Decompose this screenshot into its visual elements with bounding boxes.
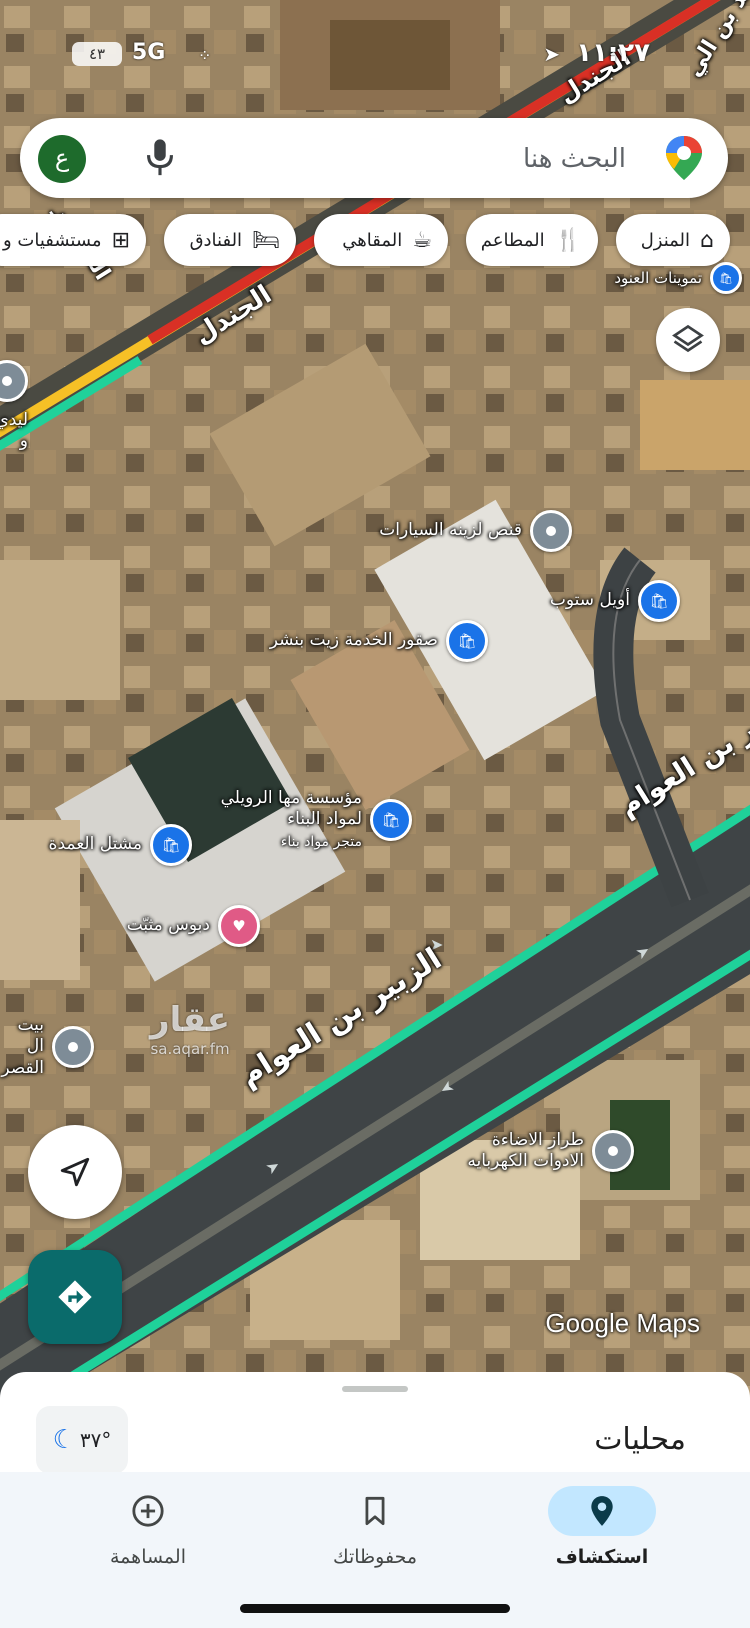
restaurant-icon: 🍴 — [554, 227, 582, 253]
poi-lady[interactable]: ليدي و — [0, 360, 28, 453]
account-avatar[interactable]: ع — [38, 135, 86, 183]
watermark-url: sa.aqar.fm — [150, 1040, 230, 1058]
sheet-drag-handle[interactable] — [342, 1386, 408, 1392]
chip-label: المقاهي — [342, 229, 403, 251]
poi-tiraz[interactable]: طراز الاضاءة الادوات الكهربايه — [467, 1130, 634, 1173]
status-time: ١١:٢٧ — [576, 38, 650, 68]
chip-home[interactable]: ⌂ المنزل — [616, 214, 730, 266]
heart-icon: ♥ — [218, 905, 260, 947]
directions-icon — [58, 1280, 92, 1314]
poi-name: مؤسسة مها الرويلي — [220, 788, 362, 808]
place-pin-icon — [592, 1130, 634, 1173]
shopping-bag-icon: 🛍 — [446, 620, 488, 662]
poi-name-line2: لمواد البناء — [287, 809, 362, 830]
google-maps-logo: Google Maps — [545, 1308, 700, 1338]
hotel-icon: 🛏 — [252, 227, 280, 253]
home-icon: ⌂ — [700, 227, 714, 253]
my-location-button[interactable] — [28, 1125, 122, 1219]
explore-pin-icon — [591, 1496, 613, 1526]
add-circle-icon — [132, 1495, 164, 1527]
bottom-sheet[interactable]: ☾ ٣٧° محليات — [0, 1372, 750, 1474]
network-label: 5G — [132, 40, 166, 65]
chip-label: المطاعم — [480, 229, 545, 251]
directions-button[interactable] — [28, 1250, 122, 1344]
nav-contribute[interactable]: المساهمة — [48, 1486, 248, 1586]
poi-dabbous[interactable]: ♥ دبوس مثبّت — [127, 905, 260, 947]
microphone-icon[interactable] — [142, 138, 178, 178]
navigation-arrow-icon — [60, 1157, 90, 1187]
nav-icon-wrap — [94, 1486, 202, 1536]
weather-badge[interactable]: ☾ ٣٧° — [36, 1406, 128, 1474]
poi-name-line2: القصر — [1, 1057, 44, 1078]
bookmark-icon — [365, 1496, 385, 1526]
poi-category: متجر مواد بناء — [280, 833, 362, 850]
nav-icon-wrap — [548, 1486, 656, 1536]
poi-label: بيت ال القصر — [0, 1015, 44, 1079]
place-pin-icon — [0, 360, 28, 402]
nav-saved[interactable]: محفوظاتك — [275, 1486, 475, 1586]
nav-icon-wrap — [321, 1486, 429, 1536]
signal-icon: ⁘ — [198, 46, 214, 65]
poi-label: تموينات العنود — [614, 268, 702, 287]
status-bar: ٤٣ 5G ⁘ ➤ ١١:٢٧ — [0, 30, 750, 80]
search-bar[interactable]: ع — [20, 118, 728, 198]
google-maps-pin-icon — [666, 136, 702, 180]
battery-indicator: ٤٣ — [72, 42, 122, 66]
poi-label: صقور الخدمة زيت بنشر — [269, 630, 438, 651]
poi-name-line2: الادوات الكهربايه — [467, 1151, 584, 1172]
location-arrow-icon: ➤ — [543, 42, 560, 66]
shopping-bag-icon: 🛍 — [370, 798, 412, 841]
poi-label: مشتل العمدة — [48, 834, 142, 855]
poi-suqoor[interactable]: 🛍 صقور الخدمة زيت بنشر — [270, 620, 488, 662]
hospital-icon: ⊞ — [111, 227, 130, 253]
chip-hospitals[interactable]: ⊞ مستشفيات و — [0, 214, 146, 266]
poi-label: أويل ستوب — [549, 590, 630, 611]
chip-hotels[interactable]: 🛏 الفنادق — [164, 214, 296, 266]
poi-label: دبوس مثبّت — [126, 915, 210, 936]
poi-label: مؤسسة مها الرويلي لمواد البناء متجر مواد… — [221, 788, 362, 852]
shopping-bag-icon: 🛍 — [150, 824, 192, 866]
layers-button[interactable] — [656, 308, 720, 372]
nav-label: المساهمة — [110, 1546, 186, 1568]
place-pin-icon — [52, 1025, 94, 1068]
poi-label: طراز الاضاءة الادوات الكهربايه — [467, 1130, 584, 1173]
chip-label: الفنادق — [189, 229, 243, 251]
chip-cafes[interactable]: ☕ المقاهي — [314, 214, 448, 266]
temperature: ٣٧° — [79, 1428, 112, 1452]
chip-restaurants[interactable]: 🍴 المطاعم — [466, 214, 598, 266]
sheet-title: محليات — [594, 1422, 686, 1457]
place-pin-icon — [530, 510, 572, 552]
nav-label: استكشاف — [555, 1546, 649, 1568]
moon-icon: ☾ — [52, 1425, 76, 1455]
poi-label: ليدي و — [0, 410, 28, 452]
chip-label: مستشفيات و — [2, 229, 102, 251]
aqar-watermark: عقار sa.aqar.fm — [150, 1000, 230, 1058]
poi-name: طراز الاضاءة — [491, 1130, 584, 1150]
shopping-bag-icon: 🛍 — [638, 580, 680, 622]
poi-qanas[interactable]: قنص لزينه السيارات — [379, 510, 572, 552]
nav-explore[interactable]: استكشاف — [502, 1486, 702, 1586]
watermark-text: عقار — [150, 1000, 231, 1040]
bottom-navigation: استكشاف محفوظاتك المساهمة — [0, 1472, 750, 1628]
nav-label: محفوظاتك — [332, 1546, 418, 1568]
poi-label: قنص لزينه السيارات — [379, 520, 522, 541]
poi-oil-stop[interactable]: 🛍 أويل ستوب — [550, 580, 680, 622]
coffee-icon: ☕ — [412, 227, 432, 253]
poi-bait[interactable]: بيت ال القصر — [0, 1015, 94, 1079]
chip-label: المنزل — [640, 229, 691, 251]
home-indicator — [240, 1604, 510, 1613]
layers-icon — [672, 324, 704, 353]
poi-name: بيت ال — [17, 1015, 44, 1057]
category-chips: ⌂ المنزل 🍴 المطاعم ☕ المقاهي 🛏 الفنادق ⊞… — [0, 214, 750, 270]
poi-maha[interactable]: 🛍 مؤسسة مها الرويلي لمواد البناء متجر مو… — [221, 788, 412, 852]
search-input[interactable] — [224, 136, 628, 182]
poi-mashtal[interactable]: 🛍 مشتل العمدة — [49, 824, 192, 866]
